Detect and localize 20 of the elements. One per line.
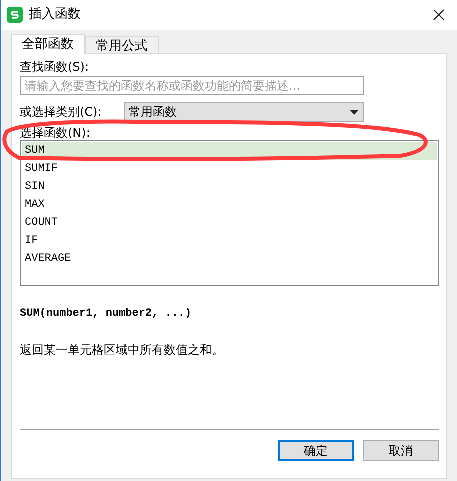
function-item[interactable]: SIN	[22, 178, 437, 196]
function-item[interactable]: MAX	[22, 196, 437, 214]
function-item[interactable]: COUNT	[22, 214, 437, 232]
caret-icon	[350, 110, 359, 114]
function-signature: SUM(number1, number2, ...)	[20, 307, 193, 322]
function-description: 返回某一单元格区域中所有数值之和。	[20, 342, 225, 358]
window-title: 插入函数	[29, 6, 81, 24]
search-label: 查找函数(S):	[20, 60, 90, 74]
function-item[interactable]: IF	[22, 232, 437, 250]
dialog-button[interactable]: 确定	[278, 440, 354, 461]
search-field[interactable]: 请输入您要查找的函数名称或函数功能的简要描述...	[20, 76, 364, 95]
function-item[interactable]: AVERAGE	[22, 250, 437, 268]
app-logo-icon	[7, 7, 23, 23]
category-label: 或选择类别(C):	[20, 104, 103, 121]
tab[interactable]: 常用公式	[85, 36, 159, 53]
dialog-button[interactable]: 取消	[363, 440, 439, 461]
function-item[interactable]: SUMIF	[22, 160, 437, 178]
category-dropdown[interactable]: 常用函数	[124, 102, 364, 122]
close-icon	[433, 9, 445, 21]
tab[interactable]: 全部函数	[11, 34, 85, 54]
